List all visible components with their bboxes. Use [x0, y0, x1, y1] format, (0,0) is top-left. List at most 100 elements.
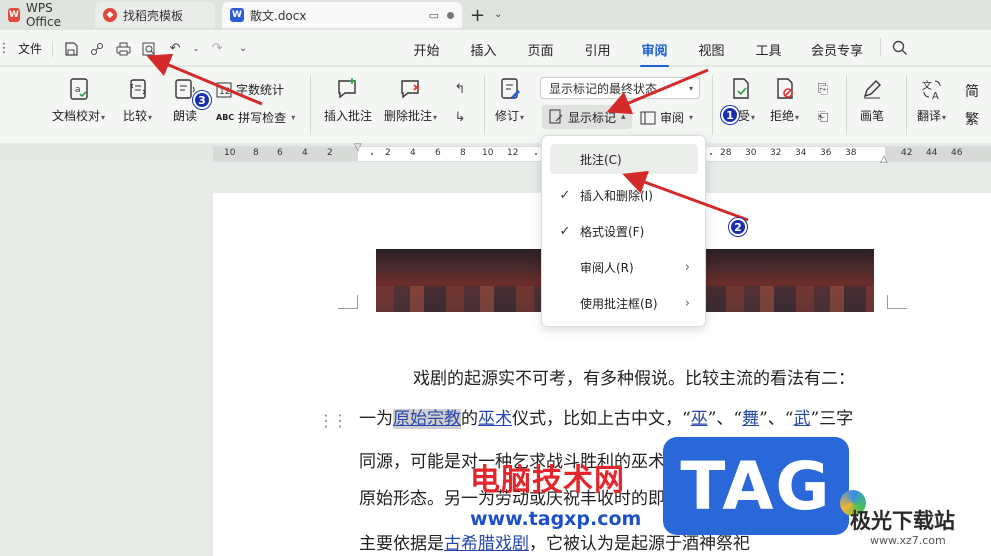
tab-home[interactable]: 开始 [398, 40, 455, 59]
new-tab-icon[interactable]: + [470, 5, 485, 26]
ruler-number: 46 [951, 148, 963, 158]
tab-references[interactable]: 引用 [569, 40, 626, 59]
menu-item-reviewers[interactable]: 审阅人(R) › [550, 252, 698, 282]
search-icon[interactable] [892, 40, 910, 58]
text-run: 主要依据是 [359, 534, 444, 554]
ruler-number: 2 [385, 148, 391, 158]
ribbon-tabs: 开始 插入 页面 引用 审阅 视图 工具 会员专享 [398, 40, 877, 68]
hyperlink[interactable]: 原始宗教 [393, 409, 461, 429]
text-run: ”、“ [759, 409, 794, 429]
show-markup-button[interactable]: 显示标记 ▴ [542, 105, 632, 129]
svg-text:A: A [932, 91, 939, 101]
title-bar: W WPS Office ◆ 找稻壳模板 W 散文.docx ▭ + ⌄ [0, 0, 991, 30]
hyperlink[interactable]: 武 [793, 409, 810, 429]
hyperlink[interactable]: 巫术 [478, 409, 512, 429]
pen-label: 画笔 [860, 109, 885, 123]
tab-document[interactable]: W 散文.docx ▭ [222, 2, 462, 28]
text-run: 仪式，比如上古中文，“ [512, 409, 691, 429]
ruler-number: 38 [845, 148, 857, 158]
more-chevron-icon[interactable]: ⌄ [235, 41, 251, 57]
watermark-tag-logo: TAG [663, 437, 849, 535]
track-changes-button[interactable]: 修订▾ [495, 67, 524, 124]
translate-button[interactable]: 文A 翻译▾ [917, 67, 946, 124]
word-count-label: 字数统计 [236, 83, 285, 97]
menu-item-label: 插入和删除(I) [580, 188, 653, 203]
tab-tools[interactable]: 工具 [740, 40, 797, 59]
insert-comment-button[interactable]: 插入批注 [324, 67, 372, 124]
pen-icon [863, 80, 881, 99]
simplified-button[interactable]: 简 [965, 81, 979, 101]
ruler-number: 6 [277, 148, 283, 158]
spell-check-label: 拼写检查 [238, 111, 287, 125]
ruler-number: 44 [926, 148, 938, 158]
print-icon[interactable] [115, 41, 131, 57]
hamburger-icon[interactable]: ⋮ [0, 41, 11, 57]
tab-label: 找稻壳模板 [123, 8, 184, 23]
step-badge-3: 3 [193, 91, 211, 109]
menu-item-insertions-deletions[interactable]: ✓ 插入和删除(I) [550, 180, 698, 210]
traditional-button[interactable]: 繁 [965, 109, 979, 129]
delete-comment-button[interactable]: 删除批注▾ [384, 67, 437, 124]
text-run: ”三字 [810, 409, 854, 429]
text-run: 的 [461, 409, 478, 429]
tab-review[interactable]: 审阅 [626, 40, 683, 68]
review-ribbon: a 文档校对▾ 比较▾ 朗读 12 字数统计 ABC 拼写检查 ▾ 插入批注 删除… [0, 67, 991, 143]
menu-item-label: 批注(C) [580, 152, 622, 167]
docer-logo-icon: ◆ [103, 8, 117, 22]
prev-comment-icon[interactable]: ↰ [452, 81, 468, 97]
menu-item-comments[interactable]: 批注(C) [550, 144, 698, 174]
chevron-down-icon[interactable]: ⌄ [193, 41, 200, 57]
watermark-site-url: www.tagxp.com [470, 508, 642, 530]
undo-icon[interactable]: ↶ [167, 41, 183, 57]
menu-item-formatting[interactable]: ✓ 格式设置(F) [550, 216, 698, 246]
tab-member[interactable]: 会员专享 [797, 40, 877, 59]
paragraph-line: 主要依据是古希腊戏剧，它被认为是起源于酒神祭祀 [359, 534, 889, 554]
watermark-site-name: 电脑技术网 [470, 463, 625, 498]
compare-button[interactable]: 比较▾ [123, 67, 152, 124]
tab-view[interactable]: 视图 [683, 40, 740, 59]
tab-docer-templates[interactable]: ◆ 找稻壳模板 [95, 2, 215, 28]
word-count-icon: 12 [216, 82, 232, 97]
track-changes-label: 修订 [495, 109, 520, 123]
text-run: ”、“ [707, 409, 743, 429]
tab-insert[interactable]: 插入 [455, 40, 512, 59]
chevron-down-icon: ▾ [688, 83, 693, 93]
tab-wps-office[interactable]: W WPS Office [0, 1, 90, 29]
hyperlink[interactable]: 古希腊戏剧 [444, 534, 529, 554]
check-icon: ✓ [559, 223, 571, 239]
ruler-number: 36 [820, 148, 832, 158]
share-link-icon[interactable] [89, 41, 105, 57]
file-menu[interactable]: 文件 [18, 40, 42, 57]
prev-change-icon[interactable]: ⎘ [815, 81, 831, 97]
show-markup-icon [549, 109, 563, 124]
print-preview-icon[interactable] [141, 41, 157, 57]
reject-button[interactable]: 拒绝▾ [770, 67, 799, 124]
doc-check-button[interactable]: a 文档校对▾ [52, 67, 105, 124]
next-comment-icon[interactable]: ↳ [452, 109, 468, 125]
pen-button[interactable]: 画笔 [860, 67, 884, 124]
word-doc-icon: W [230, 8, 244, 22]
menu-item-balloons[interactable]: 使用批注框(B) › [550, 288, 698, 318]
menu-item-label: 格式设置(F) [580, 224, 645, 239]
ruler-number: 8 [253, 148, 259, 158]
drag-handle-icon[interactable]: ⋮⋮ [318, 411, 348, 430]
redo-icon[interactable]: ↷ [209, 41, 225, 57]
indent-marker-icon[interactable]: ▽ [354, 142, 362, 153]
watermark-jg-url: www.xz7.com [870, 534, 946, 547]
monitor-icon[interactable]: ▭ [429, 9, 439, 22]
ruler-number: 4 [410, 148, 416, 158]
hyperlink[interactable]: 巫 [691, 409, 708, 429]
word-count-button[interactable]: 12 字数统计 [216, 81, 284, 98]
unsaved-dot-icon [447, 11, 454, 19]
chevron-down-icon[interactable]: ⌄ [494, 9, 502, 20]
spell-check-button[interactable]: ABC 拼写检查 ▾ [216, 109, 295, 126]
ruler-number: 34 [795, 148, 807, 158]
next-change-icon[interactable]: ⎗ [815, 109, 831, 125]
save-icon[interactable] [63, 41, 79, 57]
menu-item-label: 使用批注框(B) [580, 296, 658, 311]
review-pane-button[interactable]: 审阅 ▾ [640, 109, 693, 126]
hyperlink[interactable]: 舞 [742, 409, 759, 429]
display-state-select[interactable]: 显示标记的最终状态 ▾ [540, 77, 700, 99]
tab-page[interactable]: 页面 [512, 40, 569, 59]
chevron-right-icon: › [684, 259, 690, 275]
